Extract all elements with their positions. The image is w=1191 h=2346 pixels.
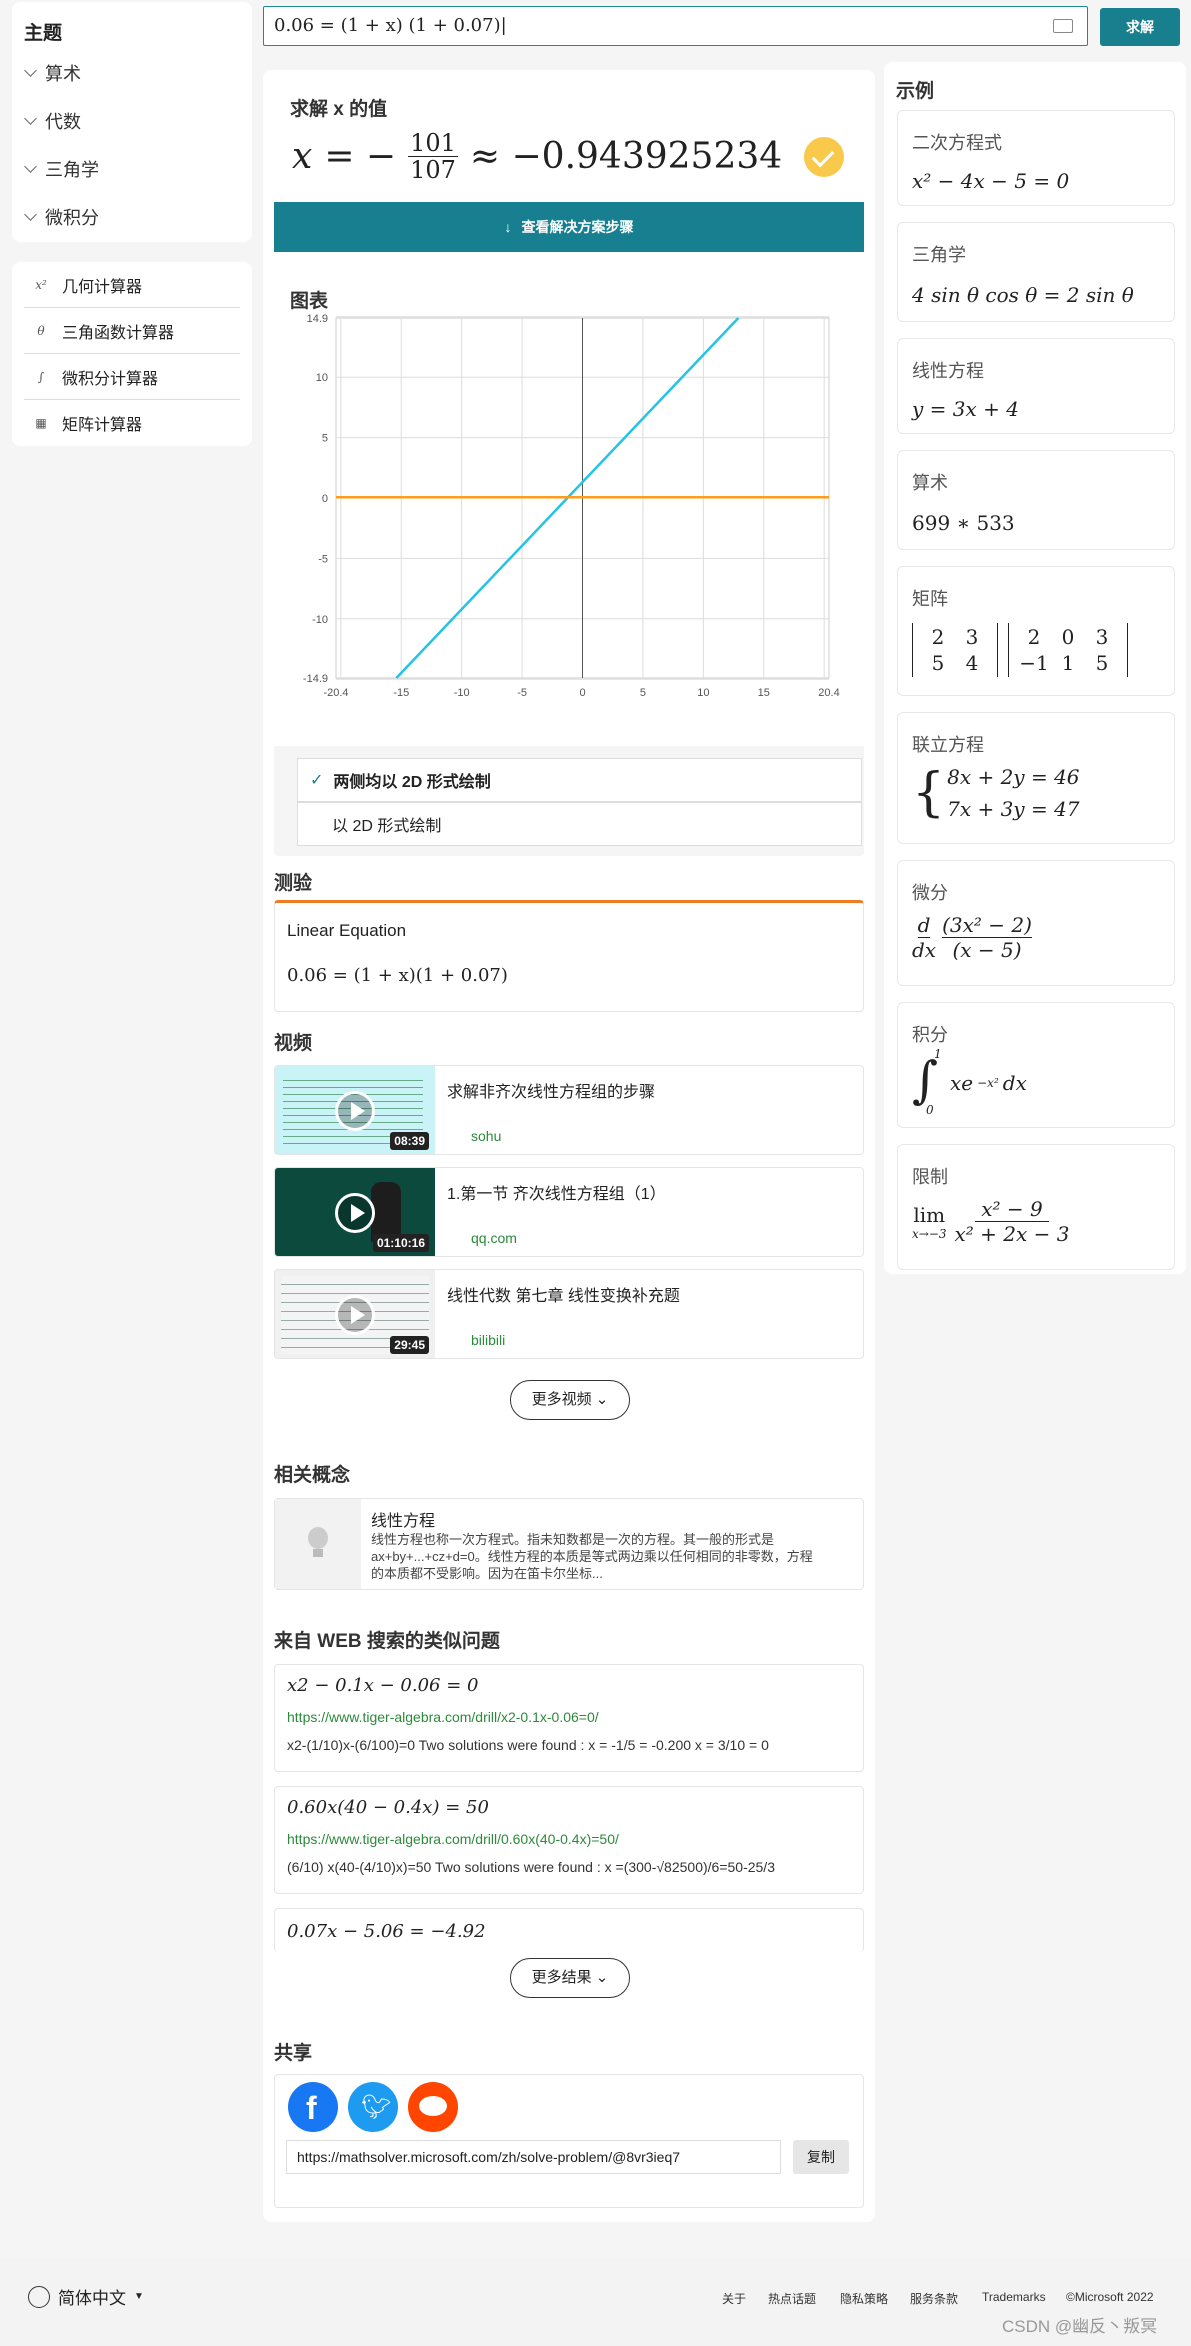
x-tick-label: 0 [579,687,585,699]
solution-title: 求解 x 的值 [290,99,388,120]
example-trigonometry[interactable]: 三角学 4 sin θ cos θ = 2 sin θ [897,222,1175,322]
language-selector[interactable]: 简体中文 ▼ [28,2284,144,2309]
play-icon [335,1193,375,1233]
web-result[interactable]: 0.60x(40 − 0.4x) = 50 https://www.tiger-… [274,1786,864,1894]
share-url-field[interactable]: https://mathsolver.microsoft.com/zh/solv… [286,2140,781,2174]
quiz-card[interactable]: Linear Equation 0.06 = (1 + x)(1 + 0.07) [274,900,864,1012]
topics-panel: 主题 算术 代数 三角学 微积分 [12,2,252,242]
x-tick-label: 10 [697,687,709,699]
y-tick-label: -10 [312,614,328,626]
example-quadratic[interactable]: 二次方程式 x² − 4x − 5 = 0 [897,110,1175,206]
example-derivative[interactable]: 微分 d dx (3x² − 2) (x − 5) [897,860,1175,986]
topics-title: 主题 [24,23,63,44]
topic-algebra[interactable]: 代数 [24,108,81,134]
example-matrix[interactable]: 矩阵 23 54 203 −1 1 5 [897,566,1175,696]
examples-title: 示例 [896,81,935,102]
x-tick-label: -10 [454,687,470,699]
tool-geometry-calculator[interactable]: x² 几何计算器 [24,262,240,308]
graph-plot[interactable]: -20.4 -15 -10 -5 0 5 10 15 20.4 14.9 10 5 0 -5 -10 -14.… [274,310,864,740]
x-tick-label: -5 [517,687,527,699]
x-tick-label: 15 [758,687,770,699]
y-tick-label: 10 [316,372,328,384]
footer-link-trademarks[interactable]: Trademarks [982,2290,1046,2304]
tool-matrix-calculator[interactable]: ▦ 矩阵计算器 [24,400,240,446]
y-tick-label: 0 [322,493,328,505]
chevron-down-icon [24,208,37,221]
integral-icon: ∫ [37,369,45,384]
twitter-icon[interactable]: 🐦︎ [348,2082,398,2132]
y-tick-label: -5 [318,553,328,565]
video-thumbnail: 29:45 [275,1270,435,1358]
tool-calculus-calculator[interactable]: ∫ 微积分计算器 [24,354,240,400]
y-tick-label: 14.9 [307,313,328,325]
play-icon [335,1295,375,1335]
play-icon [335,1091,375,1131]
watermark: CSDN @幽反丶叛冥 [1002,2317,1158,2336]
chevron-down-icon: ⌄ [595,1969,609,1986]
footer-link-privacy[interactable]: 隐私策略 [840,2290,888,2307]
example-arithmetic[interactable]: 算术 699 ∗ 533 [897,450,1175,550]
footer-link-about[interactable]: 关于 [722,2290,746,2307]
web-result[interactable]: 0.07x − 5.06 = −4.92 [274,1908,864,1952]
example-simultaneous[interactable]: 联立方程 { 8x + 2y = 46 7x + 3y = 47 [897,712,1175,844]
more-results-button[interactable]: 更多结果 ⌄ [510,1958,630,1998]
more-videos-button[interactable]: 更多视频 ⌄ [510,1380,630,1420]
matrix-icon: ▦ [35,416,47,430]
graph-title: 图表 [290,291,329,312]
geometry-icon: x² [35,277,47,292]
plot-option-both-sides[interactable]: ✓ 两侧均以 2D 形式绘制 [297,758,862,802]
footer-copyright: ©Microsoft 2022 [1066,2290,1154,2304]
concepts-title: 相关概念 [274,1465,351,1486]
topic-trigonometry[interactable]: 三角学 [24,156,99,182]
graph-card: 图表 -20.4 -15 -10 -5 0 5 10 15 20.4 14.9 10 5 0 -5 -10-… [274,266,864,856]
videos-title: 视频 [274,1033,313,1054]
globe-icon [28,2285,50,2308]
search-input[interactable]: 0.06 = (1 + x) (1 + 0.07)| [263,6,1088,46]
caret-down-icon: ▼ [134,2291,144,2302]
tool-trig-calculator[interactable]: θ 三角函数计算器 [24,308,240,354]
plot-option-2d[interactable]: 以 2D 形式绘制 [297,802,862,846]
y-tick-label: -14.9 [303,673,328,685]
main-panel: 求解 x 的值 x = − 101 107 ≈ −0.943925234 ↓ 查… [263,70,875,2222]
chevron-down-icon [24,64,37,77]
concept-card[interactable]: 线性方程 线性方程也称一次方程式。指未知数都是一次的方程。其一般的形式是 ax+… [274,1498,864,1590]
video-thumbnail: 08:39 [275,1066,435,1154]
solve-button[interactable]: 求解 [1100,8,1180,46]
topic-arithmetic[interactable]: 算术 [24,60,81,86]
y-tick-label: 5 [322,433,328,445]
example-integral[interactable]: 积分 ∫ 1 0 xe −x² dx [897,1002,1175,1128]
x-tick-label: -20.4 [323,687,348,699]
video-item[interactable]: 29:45 线性代数 第七章 线性变换补充题 bilibili [274,1269,864,1359]
chevron-down-icon [24,112,37,125]
chevron-down-icon [24,160,37,173]
footer-link-terms[interactable]: 服务条款 [910,2290,958,2307]
web-result[interactable]: x2 − 0.1x − 0.06 = 0 https://www.tiger-a… [274,1664,864,1772]
topic-calculus[interactable]: 微积分 [24,204,99,230]
lightbulb-icon [275,1499,361,1589]
solution-value: x = − 101 107 ≈ −0.943925234 [292,129,783,185]
share-title: 共享 [274,2043,313,2064]
web-title: 来自 WEB 搜索的类似问题 [274,1631,500,1652]
x-tick-label: 5 [640,687,646,699]
video-thumbnail: 01:10:16 [275,1168,435,1256]
example-limit[interactable]: 限制 lim x→−3 x² − 9 x² + 2x − 3 [897,1144,1175,1270]
check-icon [804,137,844,177]
x-tick-label: -15 [393,687,409,699]
example-linear[interactable]: 线性方程 y = 3x + 4 [897,338,1175,434]
video-item[interactable]: 01:10:16 1.第一节 齐次线性方程组（1） qq.com [274,1167,864,1257]
copy-button[interactable]: 复制 [793,2140,849,2174]
keyboard-icon[interactable] [1053,19,1073,33]
footer-link-topics[interactable]: 热点话题 [768,2290,816,2307]
arrow-down-icon: ↓ [504,219,512,235]
facebook-icon[interactable]: f [288,2082,338,2132]
view-steps-button[interactable]: ↓ 查看解决方案步骤 [274,202,864,252]
tools-panel: x² 几何计算器 θ 三角函数计算器 ∫ 微积分计算器 ▦ 矩阵计算器 [12,262,252,446]
video-item[interactable]: 08:39 求解非齐次线性方程组的步骤 sohu [274,1065,864,1155]
x-tick-label: 20.4 [818,687,839,699]
theta-icon: θ [37,323,45,338]
quiz-title: 测验 [274,873,313,894]
checkmark-icon: ✓ [310,772,324,789]
reddit-icon[interactable] [408,2082,458,2132]
chevron-down-icon: ⌄ [595,1391,609,1408]
